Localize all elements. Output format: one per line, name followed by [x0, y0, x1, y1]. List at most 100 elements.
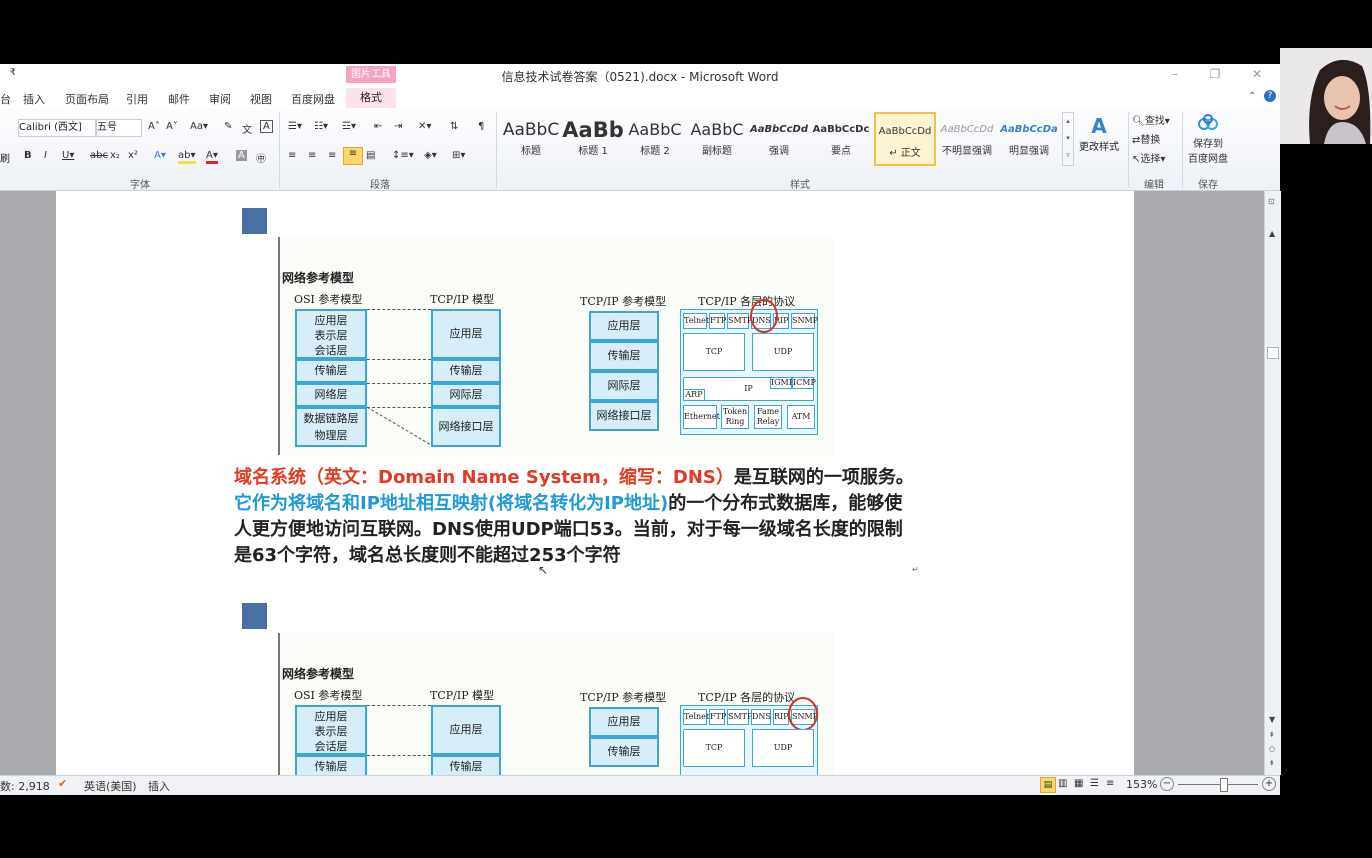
restore-button[interactable]: ❐ — [1204, 67, 1226, 83]
borders-icon[interactable]: ⊞▾ — [452, 150, 465, 161]
style-title[interactable]: AaBbC 标题 — [500, 112, 562, 166]
tab-review[interactable]: 审阅 — [209, 91, 231, 107]
underline-icon[interactable]: U▾ — [62, 150, 74, 161]
web-layout-icon[interactable]: ▦ — [1074, 778, 1083, 789]
find-button[interactable]: 🔍︎查找▾ — [1132, 112, 1170, 127]
tab-mailings[interactable]: 邮件 — [168, 91, 190, 107]
multilevel-list-icon[interactable]: ☲▾ — [342, 121, 356, 132]
word-count[interactable]: 数: 2,918 — [0, 778, 50, 794]
change-styles-button[interactable]: A 更改样式 — [1076, 114, 1122, 153]
justify-icon[interactable]: ≡ — [343, 147, 363, 165]
network-model-figure[interactable]: 网络参考模型 OSI 参考模型 TCP/IP 模型 TCP/IP 参考模型 TC… — [278, 237, 834, 457]
heading-marker — [242, 208, 267, 234]
style-emphasis[interactable]: AaBbCcDd 强调 — [748, 112, 810, 166]
document-page[interactable]: 网络参考模型 OSI 参考模型 TCP/IP 模型 TCP/IP 参考模型 TC… — [56, 191, 1134, 775]
subscript-icon[interactable]: x₂ — [110, 150, 120, 161]
scroll-down-icon[interactable]: ▼ — [1269, 715, 1275, 724]
collapse-ribbon-icon[interactable]: ⌃ — [1248, 91, 1256, 102]
protocol-ftp: FTP — [709, 313, 726, 329]
tab-baidu-netdisk[interactable]: 百度网盘 — [291, 91, 335, 107]
change-case-icon[interactable]: Aa▾ — [190, 121, 208, 132]
format-painter-edge[interactable]: 刷 — [0, 150, 10, 165]
styles-scroll[interactable]: ▴ ▾ ▿ — [1062, 112, 1074, 166]
ruler-toggle-icon[interactable]: ⊡ — [1268, 197, 1275, 206]
protocols-header: TCP/IP 各层的协议 — [698, 295, 796, 308]
vertical-scrollbar[interactable]: ⊡ ▲ ▼ ⇞ ○ ⇟ — [1264, 191, 1281, 775]
style-normal[interactable]: AaBbCcDd ↵ 正文 — [874, 112, 936, 166]
shading-icon[interactable]: ◈▾ — [424, 150, 437, 161]
tab-view[interactable]: 视图 — [250, 91, 272, 107]
chinese-layout-icon[interactable]: ✕▾ — [418, 121, 431, 132]
grow-font-icon[interactable]: A˄ — [148, 121, 160, 132]
scroll-up-icon[interactable]: ▲ — [1269, 229, 1275, 238]
align-right-icon[interactable]: ≡ — [328, 150, 336, 161]
char-shading-icon[interactable]: A — [236, 150, 247, 161]
increase-indent-icon[interactable]: ⇥ — [394, 121, 402, 132]
style-heading-2[interactable]: AaBbC 标题 2 — [624, 112, 686, 166]
draft-icon[interactable]: ≡ — [1106, 778, 1114, 789]
char-border-icon[interactable]: A — [260, 120, 273, 133]
strikethrough-icon[interactable]: abc — [90, 150, 108, 161]
replace-button[interactable]: ⇄替换 — [1132, 131, 1160, 146]
bullets-icon[interactable]: ☰▾ — [288, 121, 302, 132]
style-subtitle[interactable]: AaBbC 副标题 — [686, 112, 748, 166]
protocol-snmp: SNMP — [791, 313, 818, 329]
network-model-figure-2[interactable]: 网络参考模型 OSI 参考模型 TCP/IP 模型 TCP/IP 参考模型 TC… — [278, 633, 834, 775]
text-effect-icon[interactable]: A▾ — [154, 150, 166, 161]
document-area[interactable]: 网络参考模型 OSI 参考模型 TCP/IP 模型 TCP/IP 参考模型 TC… — [0, 191, 1264, 775]
numbering-icon[interactable]: ☷▾ — [314, 121, 328, 132]
tab-insert[interactable]: 插入 — [23, 91, 45, 107]
insert-mode-indicator[interactable]: 插入 — [148, 778, 170, 794]
align-left-icon[interactable]: ≡ — [288, 150, 296, 161]
font-size-select[interactable]: 五号 — [96, 119, 142, 137]
style-intense-emphasis[interactable]: AaBbCcDa 明显强调 — [998, 112, 1060, 166]
tab-page-layout[interactable]: 页面布局 — [65, 91, 109, 107]
style-subtle-emphasis[interactable]: AaBbCcDd 不明显强调 — [936, 112, 998, 166]
tab-references[interactable]: 引用 — [126, 91, 148, 107]
tab-format[interactable]: 格式 — [346, 88, 396, 108]
style-strong[interactable]: AaBbCcDc 要点 — [810, 112, 872, 166]
protocol-arp: ARP — [683, 389, 705, 401]
browse-object-icon[interactable]: ○ — [1269, 745, 1275, 753]
scroll-thumb[interactable] — [1267, 347, 1279, 359]
language-indicator[interactable]: 英语(美国) — [84, 778, 137, 794]
tcpip-internet: 网际层 — [431, 383, 501, 407]
show-marks-icon[interactable]: ¶ — [478, 121, 484, 132]
dns-paragraph[interactable]: 域名系统（英文：Domain Name System，缩写：DNS）是互联网的一… — [234, 465, 914, 569]
save-to-baidu-button[interactable]: 保存到 百度网盘 — [1186, 114, 1230, 165]
proofing-icon[interactable]: ✔ — [58, 777, 67, 790]
phonetic-guide-icon[interactable]: 文 — [242, 121, 252, 136]
distributed-icon[interactable]: ▤ — [366, 150, 375, 161]
select-button[interactable]: ↖选择▾ — [1132, 150, 1165, 165]
close-button[interactable]: ✕ — [1246, 67, 1268, 83]
help-icon[interactable]: ? — [1264, 90, 1276, 102]
zoom-slider-thumb[interactable] — [1220, 778, 1228, 792]
superscript-icon[interactable]: x² — [128, 150, 138, 161]
group-editing-label: 编辑 — [1144, 180, 1164, 191]
zoom-slider[interactable] — [1178, 784, 1258, 785]
fullscreen-reading-icon[interactable]: ▥ — [1058, 778, 1067, 789]
zoom-level[interactable]: 153% — [1126, 778, 1157, 791]
minimize-button[interactable]: – — [1164, 67, 1186, 83]
print-layout-icon[interactable]: ▤ — [1040, 777, 1056, 793]
zoom-in-icon[interactable]: + — [1262, 777, 1276, 791]
font-name-select[interactable]: Calibri (西文] — [18, 119, 96, 137]
enclose-char-icon[interactable]: ㊥ — [256, 150, 266, 165]
clear-format-icon[interactable]: ✎ — [224, 121, 232, 132]
bold-icon[interactable]: B — [24, 150, 32, 161]
align-center-icon[interactable]: ≡ — [308, 150, 316, 161]
zoom-out-icon[interactable]: − — [1160, 777, 1174, 791]
highlight-icon[interactable]: ab▾ — [178, 150, 196, 164]
font-color-icon[interactable]: A▾ — [206, 150, 218, 164]
tab-home-edge[interactable]: 台 — [0, 91, 11, 107]
style-heading-1[interactable]: AaBb 标题 1 — [562, 112, 624, 166]
line-spacing-icon[interactable]: ↕≡▾ — [392, 150, 414, 161]
group-separator — [496, 112, 497, 188]
sort-icon[interactable]: ⇅ — [450, 121, 458, 132]
next-page-icon[interactable]: ⇟ — [1269, 759, 1275, 767]
decrease-indent-icon[interactable]: ⇤ — [374, 121, 382, 132]
shrink-font-icon[interactable]: A˅ — [166, 121, 178, 132]
previous-page-icon[interactable]: ⇞ — [1269, 731, 1275, 739]
italic-icon[interactable]: I — [44, 150, 47, 161]
outline-icon[interactable]: ☰ — [1090, 778, 1099, 789]
